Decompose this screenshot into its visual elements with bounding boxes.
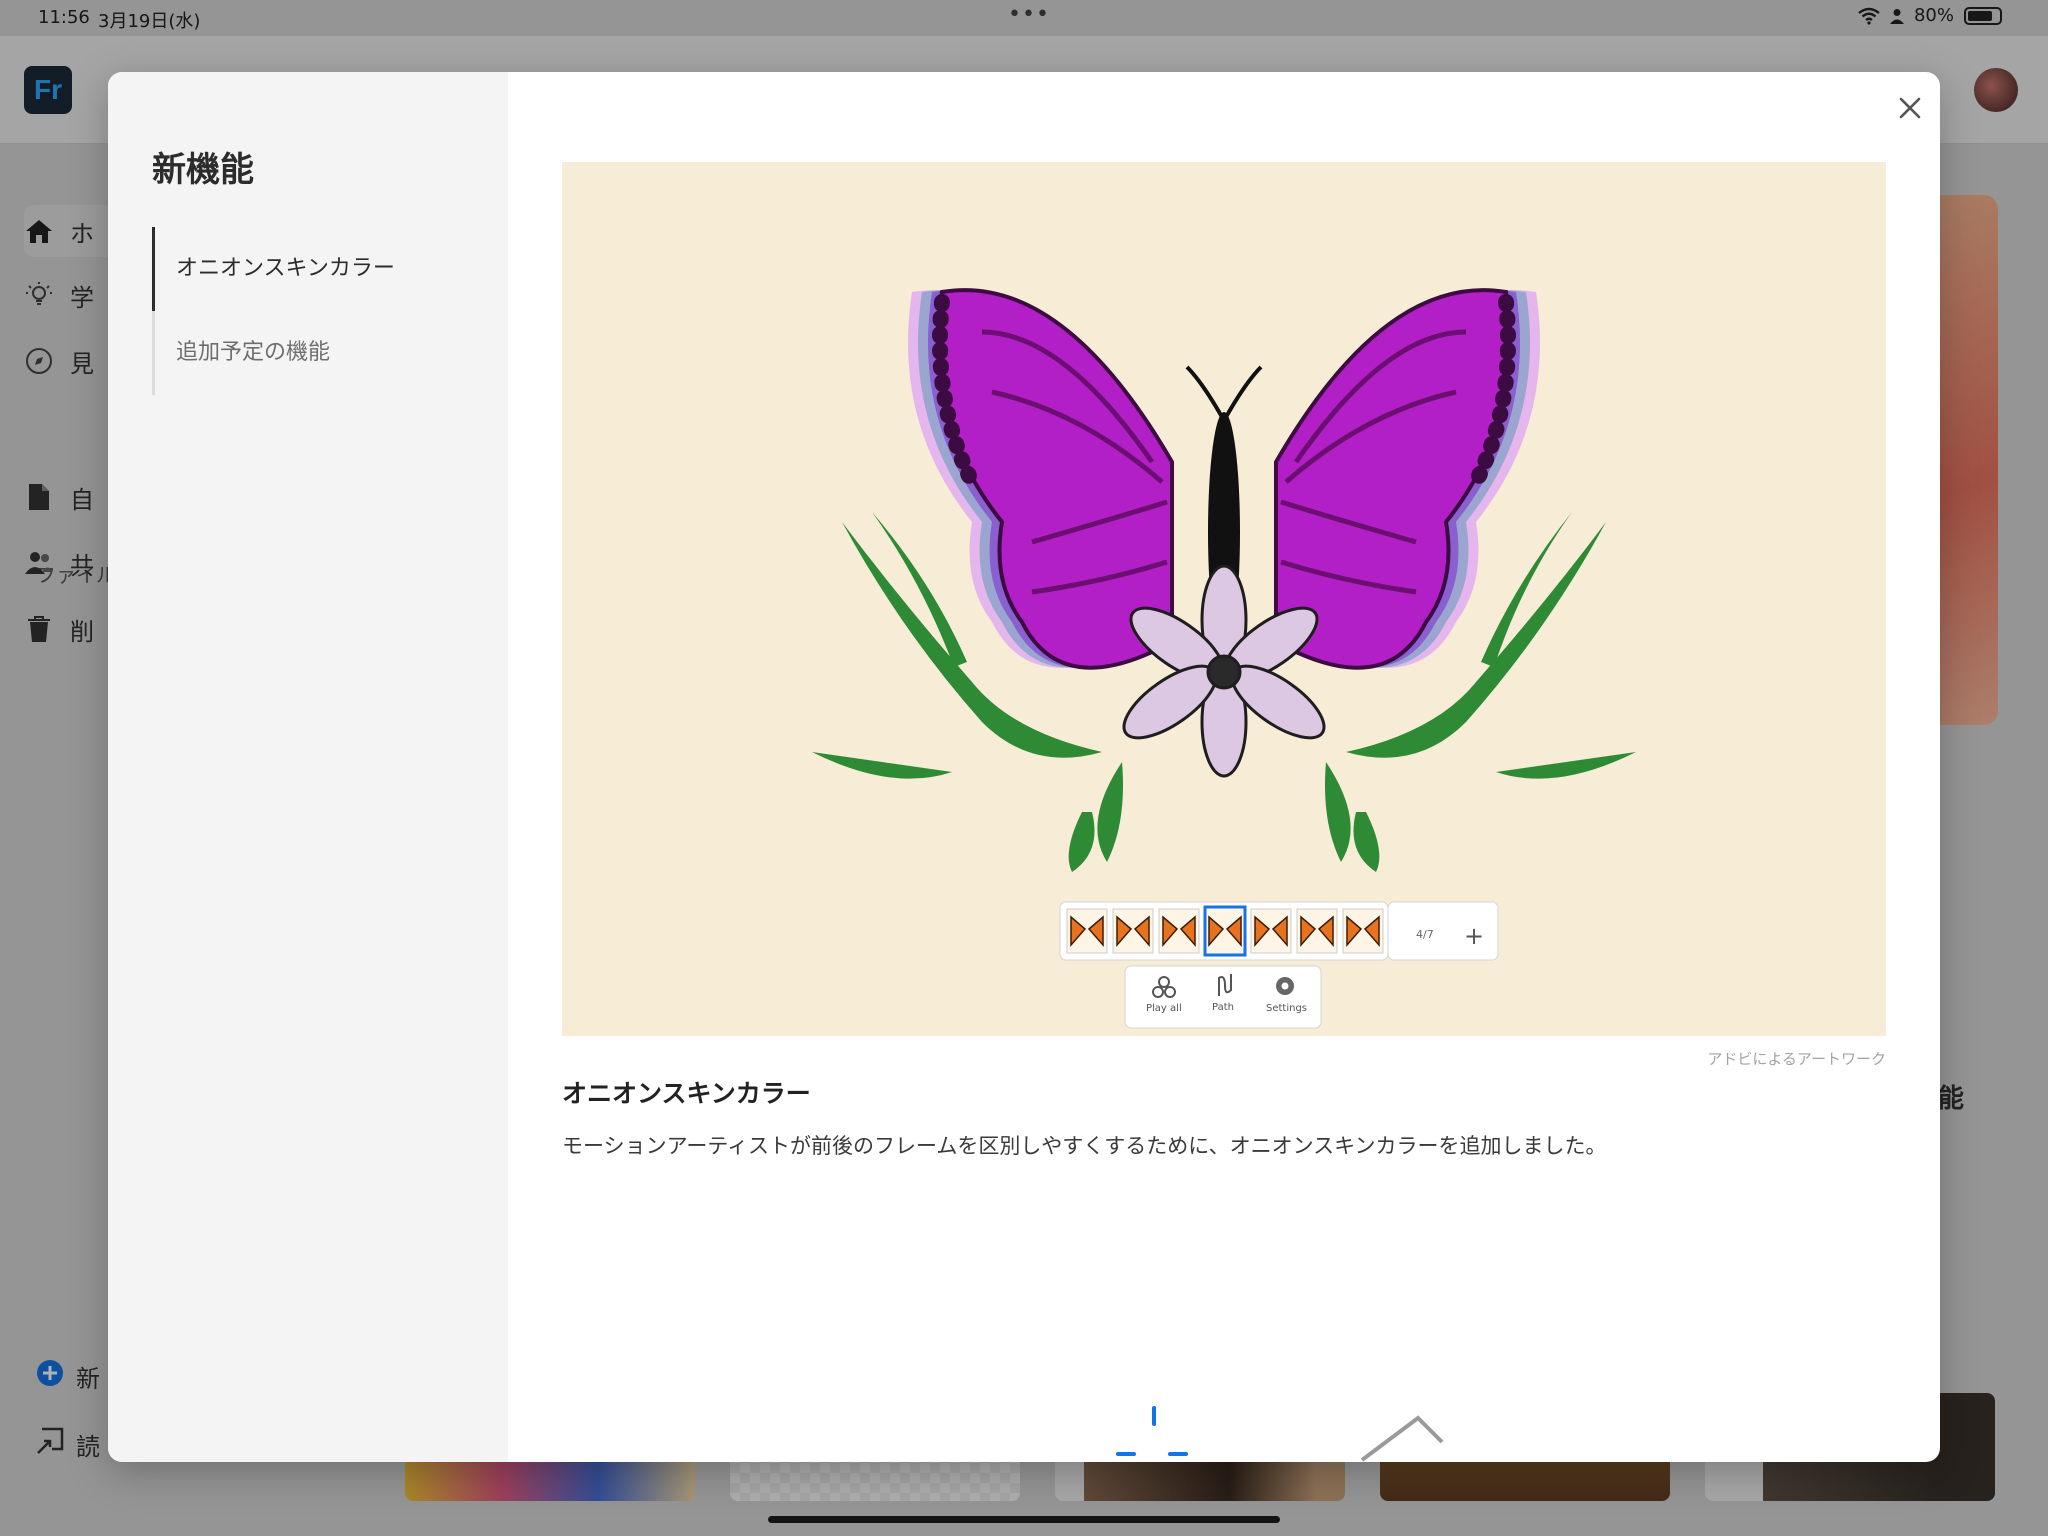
feature-description: モーションアーティストが前後のフレームを区別しやすくするために、オニオンスキンカ…: [562, 1134, 1607, 1158]
dialog-sidebar: 新機能 オニオンスキンカラー 追加予定の機能: [108, 72, 508, 1462]
path-label: Path: [1212, 1002, 1234, 1013]
close-button[interactable]: [1888, 86, 1932, 130]
roof-sketch-icon: [1360, 1415, 1444, 1462]
feature-heading: オニオンスキンカラー: [562, 1079, 811, 1108]
loading-spinner-icon: [1116, 1406, 1188, 1456]
frame-thumbnails[interactable]: [1066, 905, 1384, 957]
image-credit: アドビによるアートワーク: [1707, 1050, 1886, 1068]
feature-image: 4/7 + Play all Path Settings: [562, 162, 1886, 1036]
close-icon: [1899, 97, 1921, 119]
feature-list: オニオンスキンカラー 追加予定の機能: [152, 227, 492, 395]
settings-icon[interactable]: [1276, 977, 1294, 995]
play-all-label: Play all: [1146, 1003, 1182, 1014]
frame-timeline: [1059, 901, 1389, 961]
dialog-title: 新機能: [152, 150, 254, 190]
feature-item-onion-skin[interactable]: オニオンスキンカラー: [152, 227, 492, 311]
add-frame-button[interactable]: +: [1464, 922, 1484, 950]
next-feature-preview: [1116, 1406, 1444, 1462]
frame-counter: 4/7: [1416, 928, 1434, 941]
onion-skin-illustration: 4/7 + Play all Path Settings: [812, 288, 1636, 1029]
settings-label: Settings: [1266, 1003, 1307, 1014]
whats-new-dialog: 新機能 オニオンスキンカラー 追加予定の機能 4/7 + Play all Pa…: [108, 72, 1940, 1462]
feature-item-upcoming[interactable]: 追加予定の機能: [155, 311, 492, 395]
